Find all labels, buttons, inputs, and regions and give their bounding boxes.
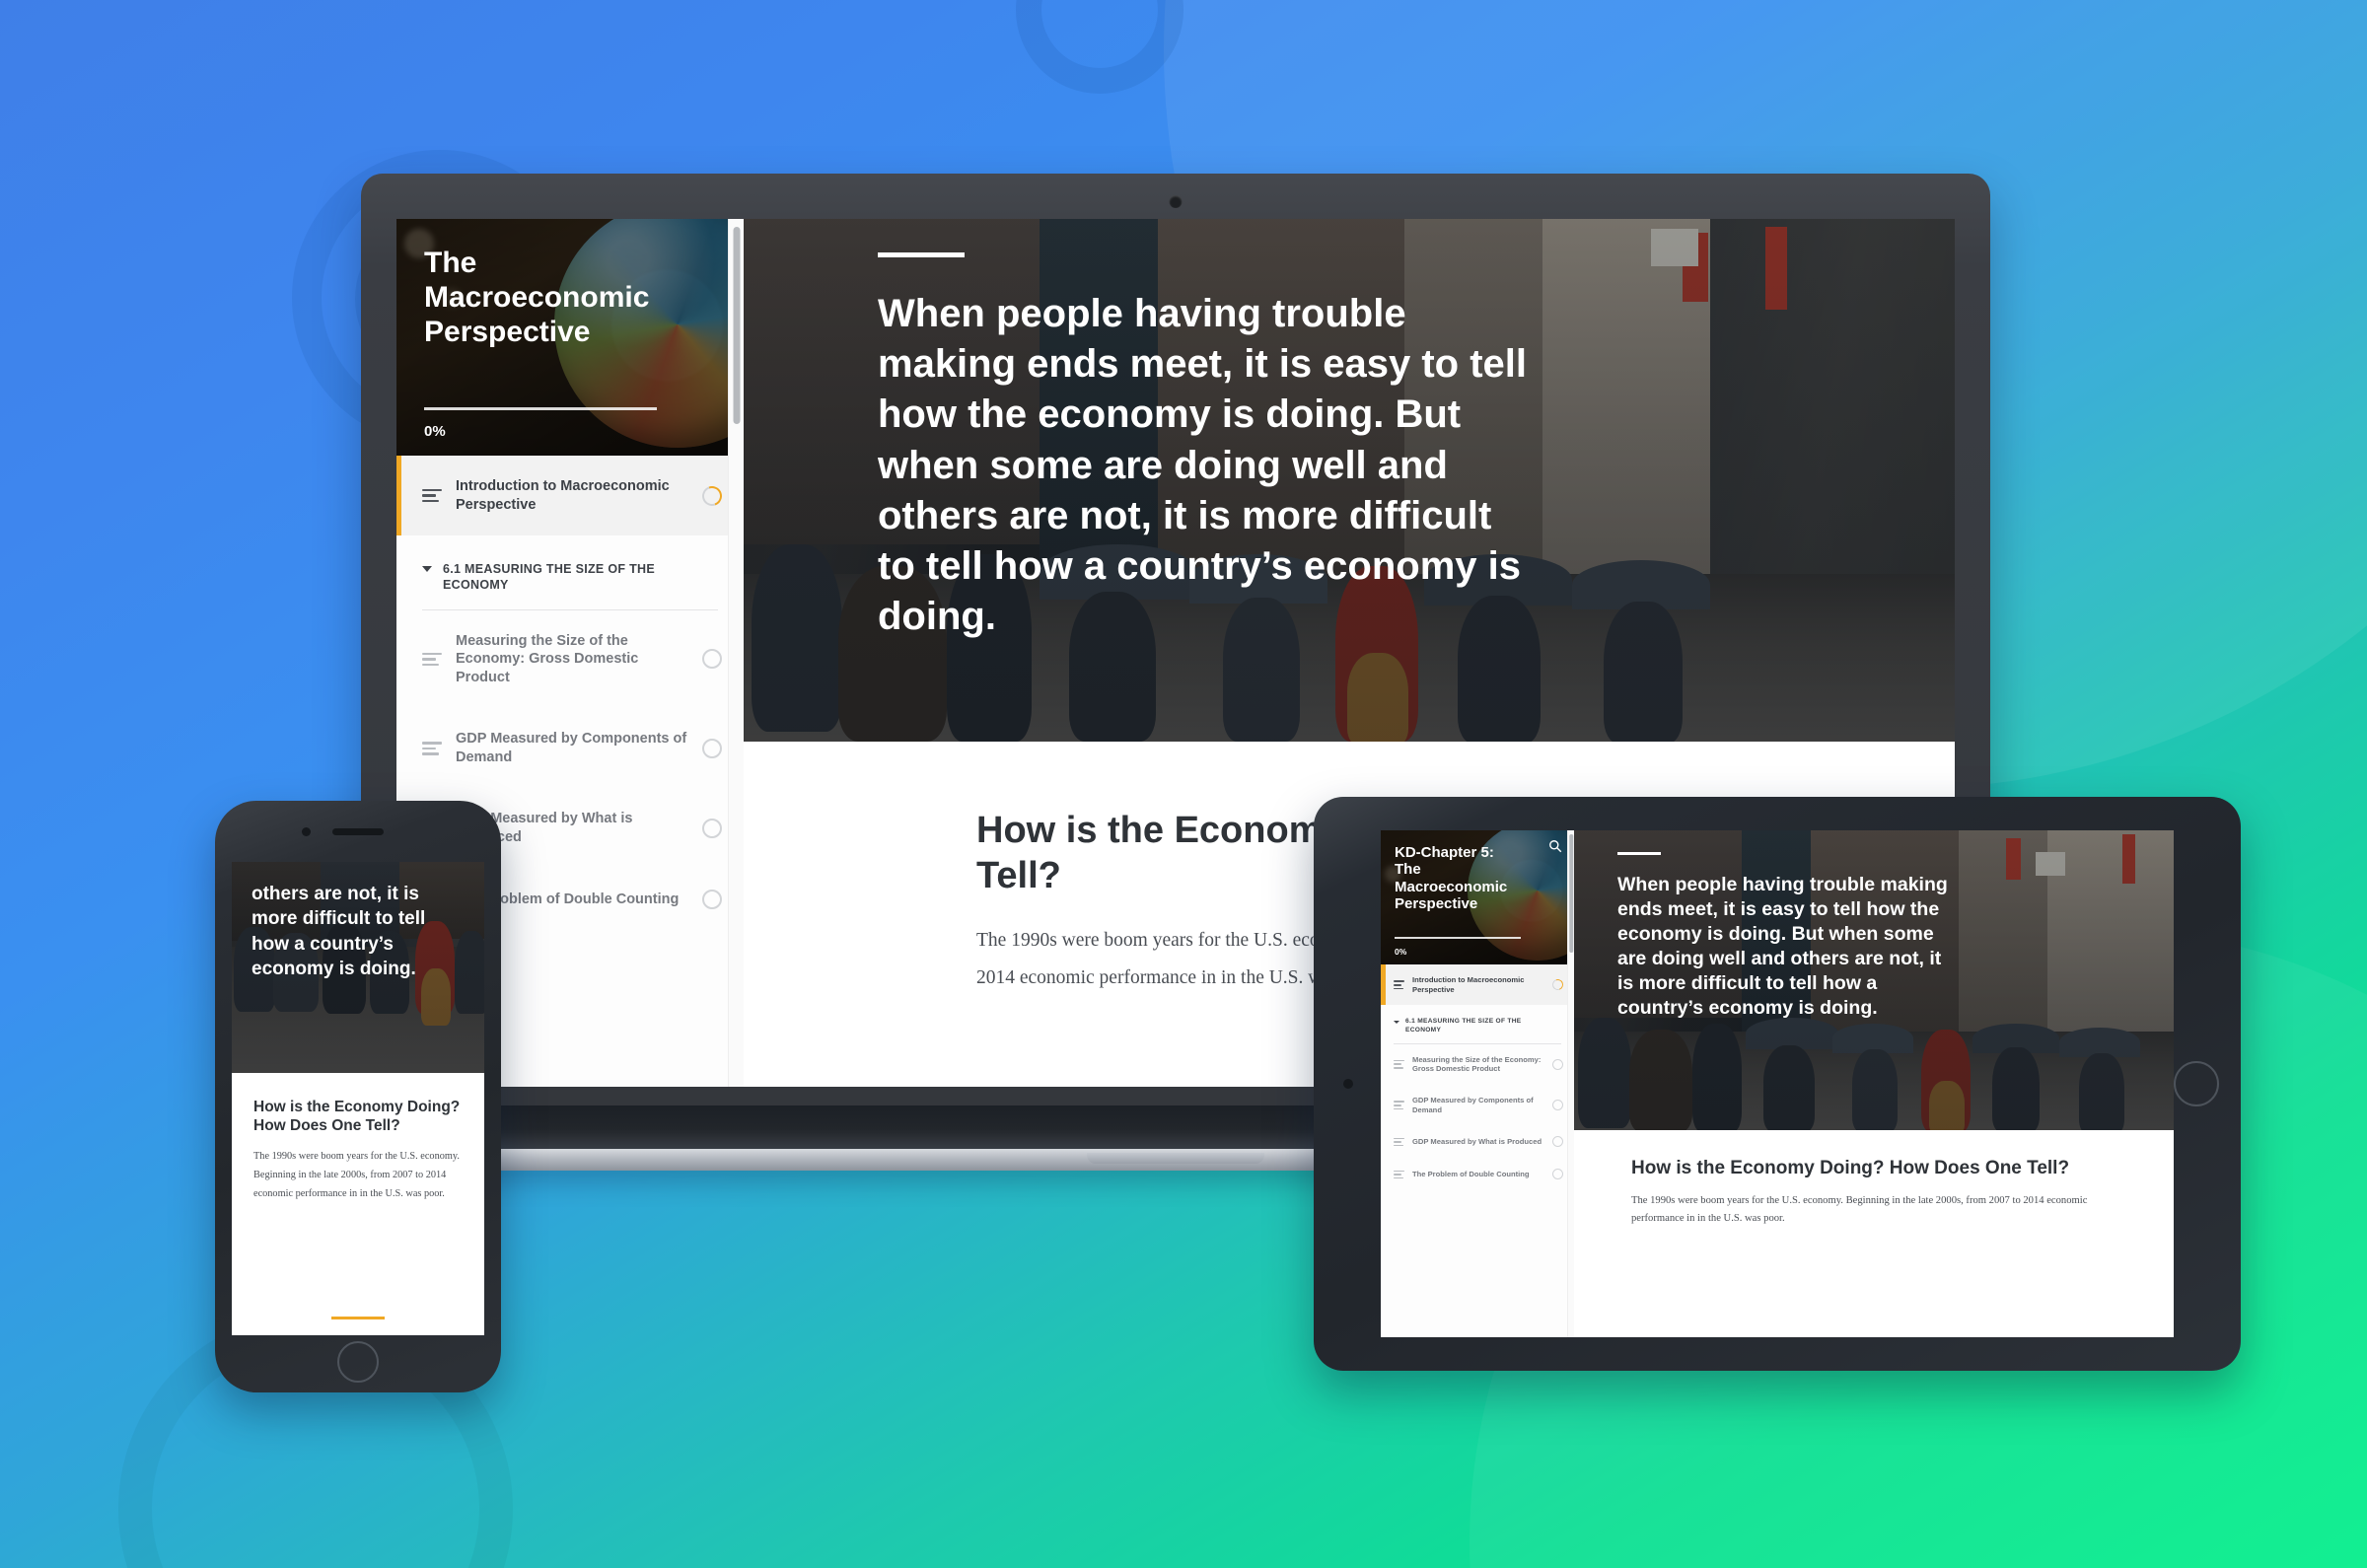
sidebar-item-gdp-demand[interactable]: GDP Measured by Components of Demand <box>396 708 744 789</box>
progress-circle-icon <box>1552 1169 1563 1180</box>
laptop-progress-label: 0% <box>424 423 446 440</box>
laptop-hero: When people having trouble making ends m… <box>744 219 1955 742</box>
lines-icon <box>1394 1059 1404 1069</box>
lines-icon <box>1394 1170 1404 1179</box>
hero-accent-rule <box>878 252 965 257</box>
sidebar-item-double-counting[interactable]: The Problem of Double Counting <box>1381 1158 1574 1191</box>
sidebar-item-label: Measuring the Size of the Economy: Gross… <box>1412 1054 1542 1074</box>
sidebar-item-label: GDP Measured by Components of Demand <box>1412 1096 1534 1114</box>
phone-accent-rule <box>331 1317 385 1319</box>
tablet-sidebar: KD-Chapter 5: The Macroeconomic Perspect… <box>1381 830 1574 1337</box>
progress-circle-icon <box>702 649 722 670</box>
search-icon[interactable] <box>1548 839 1562 853</box>
sidebar-item-label: Introduction to Macroeconomic Perspectiv… <box>456 478 670 513</box>
section-heading-label: 6.1 MEASURING THE SIZE OF THE ECONOMY <box>443 562 655 593</box>
tablet-sidebar-title: KD-Chapter 5: The Macroeconomic Perspect… <box>1395 844 1508 913</box>
lines-icon <box>1394 1137 1404 1147</box>
phone-home-button[interactable] <box>337 1341 379 1383</box>
decorative-ring-top <box>1016 0 1184 94</box>
laptop-sidebar-title: The Macroeconomic Perspective <box>424 247 650 348</box>
phone-speaker <box>332 828 384 835</box>
progress-circle-icon <box>698 482 726 509</box>
tablet-home-button[interactable] <box>2174 1061 2219 1106</box>
sidebar-item-label: The Problem of Double Counting <box>1412 1170 1530 1179</box>
phone-body-section: How is the Economy Doing? How Does One T… <box>232 1073 484 1335</box>
laptop-progress-bar <box>424 407 657 410</box>
lines-icon <box>1394 980 1404 990</box>
laptop-hero-quote: When people having trouble making ends m… <box>878 292 1528 639</box>
laptop-notch <box>1087 1153 1264 1164</box>
phone-body-text: The 1990s were boom years for the U.S. e… <box>253 1151 460 1200</box>
phone-hero: others are not, it is more difficult to … <box>232 862 484 1073</box>
progress-circle-icon <box>702 890 722 910</box>
tablet-screen: KD-Chapter 5: The Macroeconomic Perspect… <box>1381 830 2174 1337</box>
tablet-body-heading: How is the Economy Doing? How Does One T… <box>1631 1158 2070 1178</box>
sidebar-scrollbar[interactable] <box>728 219 744 1087</box>
progress-circle-icon <box>702 738 722 758</box>
tablet-sidebar-hero: KD-Chapter 5: The Macroeconomic Perspect… <box>1381 830 1574 964</box>
tablet-body-text: The 1990s were boom years for the U.S. e… <box>1631 1194 2088 1225</box>
chevron-down-icon <box>422 566 432 573</box>
scrollbar-thumb[interactable] <box>1569 834 1573 953</box>
tablet-sidebar-scrollbar[interactable] <box>1567 830 1574 1337</box>
hero-accent-rule <box>1617 852 1661 855</box>
sidebar-item-label: GDP Measured by What is Produced <box>1412 1137 1542 1147</box>
tablet-progress-label: 0% <box>1395 947 1407 957</box>
sidebar-item-label: Introduction to Macroeconomic Perspectiv… <box>1412 975 1525 994</box>
tablet-hero-quote: When people having trouble making ends m… <box>1617 874 1948 1019</box>
sidebar-item-label: GDP Measured by Components of Demand <box>456 731 687 765</box>
scrollbar-thumb[interactable] <box>733 227 740 424</box>
phone-camera-icon <box>302 827 311 836</box>
sidebar-item-introduction[interactable]: Introduction to Macroeconomic Perspectiv… <box>396 456 744 536</box>
phone-device: others are not, it is more difficult to … <box>215 801 501 1392</box>
laptop-sidebar-hero: The Macroeconomic Perspective 0% <box>396 219 744 456</box>
tablet-section-header[interactable]: 6.1 MEASURING THE SIZE OF THE ECONOMY <box>1381 1005 1574 1034</box>
tablet-progress-bar <box>1395 937 1521 939</box>
tablet-hero: When people having trouble making ends m… <box>1574 830 2174 1130</box>
lines-icon <box>422 742 442 755</box>
tablet-body-section: How is the Economy Doing? How Does One T… <box>1574 1130 2174 1229</box>
progress-circle-icon <box>702 818 722 838</box>
phone-screen: others are not, it is more difficult to … <box>232 862 484 1335</box>
sidebar-item-measuring-size[interactable]: Measuring the Size of the Economy: Gross… <box>1381 1043 1574 1085</box>
section-heading-label: 6.1 MEASURING THE SIZE OF THE ECONOMY <box>1405 1018 1522 1033</box>
progress-circle-icon <box>1552 1100 1563 1111</box>
chevron-down-icon <box>1394 1021 1399 1025</box>
sidebar-item-introduction[interactable]: Introduction to Macroeconomic Perspectiv… <box>1381 964 1574 1006</box>
sidebar-item-gdp-produced[interactable]: GDP Measured by What is Produced <box>1381 1125 1574 1159</box>
progress-circle-icon <box>1550 977 1565 993</box>
lines-icon <box>1394 1101 1404 1110</box>
tablet-device: KD-Chapter 5: The Macroeconomic Perspect… <box>1314 797 2241 1371</box>
tablet-camera-icon <box>1343 1079 1353 1089</box>
phone-hero-quote: others are not, it is more difficult to … <box>251 884 426 980</box>
sidebar-item-label: Measuring the Size of the Economy: Gross… <box>456 632 639 685</box>
lines-icon <box>422 488 442 503</box>
progress-circle-icon <box>1552 1136 1563 1148</box>
laptop-section-header[interactable]: 6.1 MEASURING THE SIZE OF THE ECONOMY <box>396 535 744 594</box>
tablet-content-pane: When people having trouble making ends m… <box>1574 830 2174 1337</box>
lines-icon <box>422 652 442 667</box>
sidebar-item-gdp-demand[interactable]: GDP Measured by Components of Demand <box>1381 1085 1574 1126</box>
tablet-nav-list: Introduction to Macroeconomic Perspectiv… <box>1381 964 1574 1191</box>
phone-body-heading: How is the Economy Doing? How Does One T… <box>253 1099 461 1134</box>
sidebar-item-measuring-size[interactable]: Measuring the Size of the Economy: Gross… <box>396 609 744 709</box>
progress-circle-icon <box>1552 1058 1563 1070</box>
laptop-camera-icon <box>1169 195 1183 208</box>
